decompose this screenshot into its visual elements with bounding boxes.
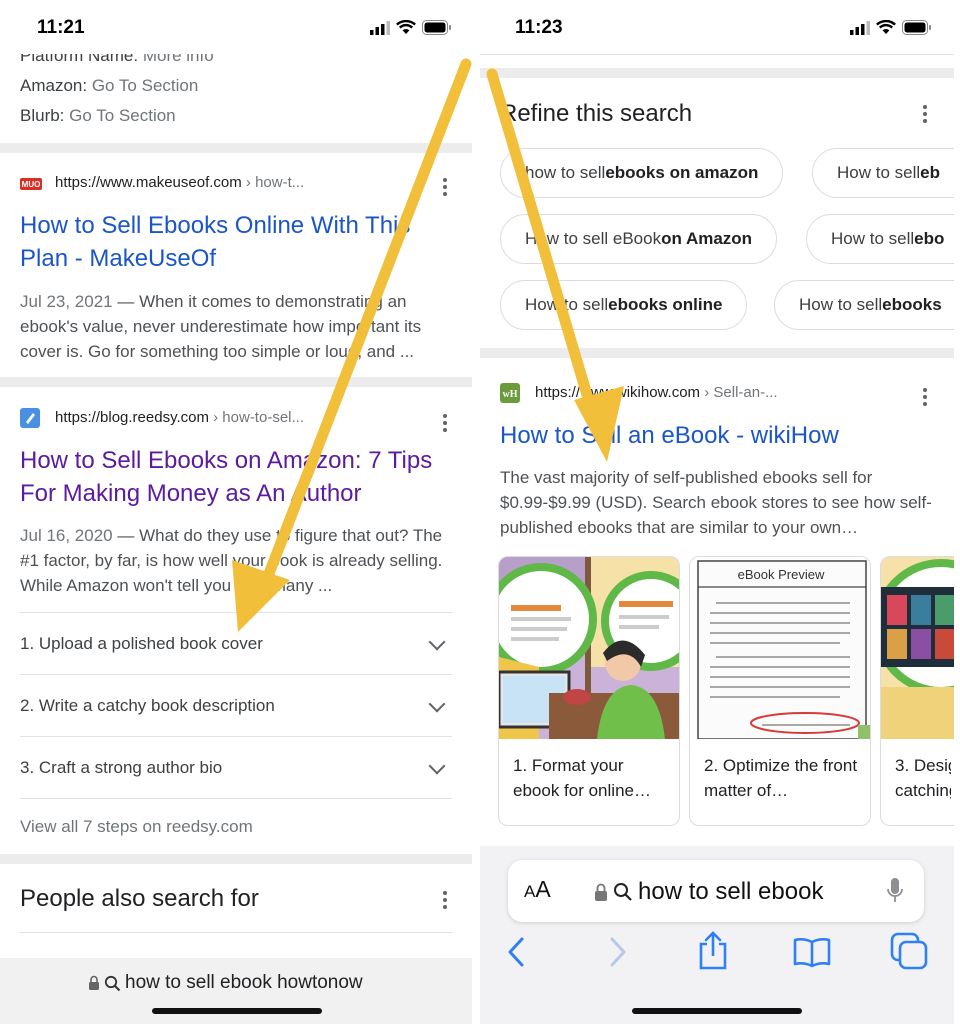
step-card[interactable]: 3. Design an eye-catching… [880, 556, 954, 826]
signal-icon [850, 20, 870, 35]
address-bar[interactable]: how to sell ebook howtonow [0, 958, 472, 1024]
left-screenshot: 11:21 Platform Name: More info Amazon: G… [0, 0, 472, 1024]
step-item[interactable]: 2. Write a catchy book description [20, 696, 275, 716]
gutter [472, 0, 480, 1024]
tabs-icon[interactable] [890, 932, 928, 970]
meta-blurb: Blurb: Go To Section [20, 106, 176, 125]
refine-chip[interactable]: How to sell ebooks online [500, 280, 748, 330]
divider [20, 932, 452, 933]
result-url[interactable]: https://www.wikihow.com › Sell-an-... [535, 384, 778, 401]
status-bar: 11:23 [480, 0, 954, 54]
section-divider [480, 68, 954, 78]
safari-toolbar: AA how to sell ebook [480, 846, 954, 1024]
search-icon [104, 975, 121, 991]
reedsy-favicon [20, 408, 40, 428]
home-indicator [152, 1008, 322, 1014]
text-size-button[interactable]: AA [524, 876, 551, 903]
result-url[interactable]: https://blog.reedsy.com › how-to-sel... [55, 409, 304, 426]
go-to-section-link[interactable]: Go To Section [92, 76, 198, 95]
step-item[interactable]: 3. Craft a strong author bio [20, 758, 222, 778]
signal-icon [370, 20, 390, 35]
battery-icon [902, 20, 931, 35]
status-icons [370, 20, 452, 35]
refine-chip[interactable]: How to sell ebooks [774, 280, 954, 330]
chevron-down-icon[interactable] [428, 633, 446, 651]
step-caption: 3. Design an eye-catching… [895, 756, 951, 800]
right-margin [954, 0, 960, 1024]
text-size-label: A [535, 876, 551, 902]
wifi-icon [396, 20, 416, 34]
people-also-search-heading: People also search for [20, 885, 259, 912]
result-title-cont[interactable]: For Making Money as An Author [20, 480, 362, 508]
home-indicator [632, 1008, 802, 1014]
more-options-icon[interactable] [922, 105, 928, 123]
status-bar: 11:21 [0, 0, 472, 54]
address-field[interactable]: how to sell ebook howtonow [88, 972, 363, 994]
step-card[interactable]: eBook Preview 2. Optimize the front matt… [689, 556, 871, 826]
result-snippet: Jul 16, 2020 — What do they use to figur… [20, 526, 443, 595]
result-title[interactable]: How to Sell Ebooks Online With This [20, 212, 410, 240]
address-bar[interactable]: AA how to sell ebook [508, 860, 924, 922]
step-item[interactable]: 1. Upload a polished book cover [20, 634, 263, 654]
bookmarks-icon[interactable] [792, 936, 832, 968]
chevron-down-icon[interactable] [428, 757, 446, 775]
microphone-icon[interactable] [886, 877, 904, 905]
more-options-icon[interactable] [442, 414, 448, 432]
svg-text:wH: wH [503, 389, 518, 400]
share-icon[interactable] [696, 930, 730, 970]
step-illustration: eBook Preview [690, 557, 870, 739]
right-screenshot: 11:23 Refine this search how to sell ebo… [480, 0, 954, 1024]
svg-text:eBook Preview: eBook Preview [738, 567, 825, 582]
svg-text:MUO: MUO [22, 180, 41, 189]
chevron-down-icon[interactable] [428, 695, 446, 713]
meta-amazon: Amazon: Go To Section [20, 76, 199, 95]
step-card[interactable]: 1. Format your ebook for online… [498, 556, 680, 826]
more-options-icon[interactable] [442, 891, 448, 909]
divider [20, 612, 452, 613]
forward-icon[interactable] [608, 936, 628, 968]
result-snippet: Jul 23, 2021 — When it comes to demonstr… [20, 292, 422, 361]
makeuseof-favicon: MUO [20, 174, 42, 194]
more-options-icon[interactable] [442, 178, 448, 196]
go-to-section-link[interactable]: Go To Section [69, 106, 175, 125]
status-icons [850, 20, 932, 35]
result-title-cont[interactable]: Plan - MakeUseOf [20, 245, 216, 273]
more-options-icon[interactable] [922, 388, 928, 406]
divider [20, 674, 452, 675]
address-field[interactable]: how to sell ebook [594, 878, 823, 906]
refine-search-heading: Refine this search [500, 100, 693, 127]
section-divider [0, 377, 472, 387]
wifi-icon [876, 20, 896, 34]
step-illustration [881, 557, 954, 739]
result-snippet: The vast majority of self-published eboo… [500, 468, 932, 537]
back-icon[interactable] [506, 936, 526, 968]
step-illustration [499, 557, 679, 739]
section-divider [0, 143, 472, 153]
wikihow-favicon: wH [500, 383, 520, 403]
step-caption: 1. Format your ebook for online… [513, 756, 651, 800]
refine-chip[interactable]: How to sell eBook on Amazon [500, 214, 778, 264]
divider [20, 798, 452, 799]
battery-icon [422, 20, 451, 35]
section-divider [0, 854, 472, 864]
divider [480, 54, 954, 55]
status-time: 11:21 [37, 17, 85, 38]
refine-chip[interactable]: how to sell ebooks on amazon [500, 148, 784, 198]
section-divider [480, 348, 954, 358]
step-caption: 2. Optimize the front matter of… [704, 756, 858, 800]
status-time: 11:23 [515, 17, 563, 38]
divider [20, 736, 452, 737]
refine-chip[interactable]: How to sell ebo [806, 214, 954, 264]
lock-icon [89, 975, 99, 990]
result-title[interactable]: How to Sell an eBook - wikiHow [500, 422, 839, 450]
search-icon [614, 883, 632, 901]
lock-icon [595, 883, 607, 901]
view-all-steps-link[interactable]: View all 7 steps on reedsy.com [20, 817, 253, 837]
result-title[interactable]: How to Sell Ebooks on Amazon: 7 Tips [20, 447, 432, 475]
result-url[interactable]: https://www.makeuseof.com › how-t... [55, 174, 304, 191]
refine-chip[interactable]: How to sell eb [812, 148, 954, 198]
